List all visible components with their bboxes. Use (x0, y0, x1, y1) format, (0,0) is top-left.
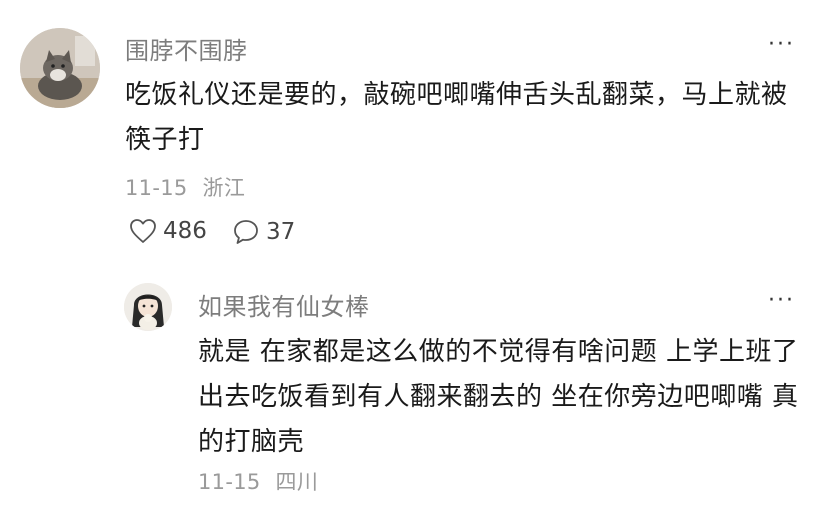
cat-avatar-image (20, 28, 100, 108)
more-dots-icon[interactable]: ··· (768, 32, 795, 57)
reply-location: 四川 (275, 470, 319, 494)
like-button[interactable]: 486 (129, 218, 207, 244)
more-dots-icon[interactable]: ··· (768, 288, 795, 313)
reply-username[interactable]: 如果我有仙女棒 (198, 287, 370, 322)
avatar[interactable] (124, 283, 172, 331)
reply-date: 11-15 (198, 470, 261, 494)
reply-count: 37 (266, 219, 296, 245)
heart-outline-icon (130, 219, 156, 243)
like-count: 486 (163, 218, 207, 244)
reply-meta: 11-15 四川 (198, 466, 326, 496)
comment-location: 浙江 (202, 176, 246, 200)
avatar[interactable] (20, 28, 100, 108)
speech-bubble-icon (234, 220, 258, 244)
reply-text: 就是 在家都是这么做的不觉得有啥问题 上学上班了出去吃饭看到有人翻来翻去的 坐在… (198, 337, 799, 457)
reply-button[interactable]: 37 (232, 218, 295, 246)
comment-username[interactable]: 围脖不围脖 (125, 31, 248, 66)
girl-avatar-image (124, 283, 172, 331)
comment-text: 吃饭礼仪还是要的，敲碗吧唧嘴伸舌头乱翻菜，马上就被筷子打 (125, 80, 788, 155)
comment-date: 11-15 (125, 176, 188, 200)
comment-meta: 11-15 浙江 (125, 172, 253, 202)
